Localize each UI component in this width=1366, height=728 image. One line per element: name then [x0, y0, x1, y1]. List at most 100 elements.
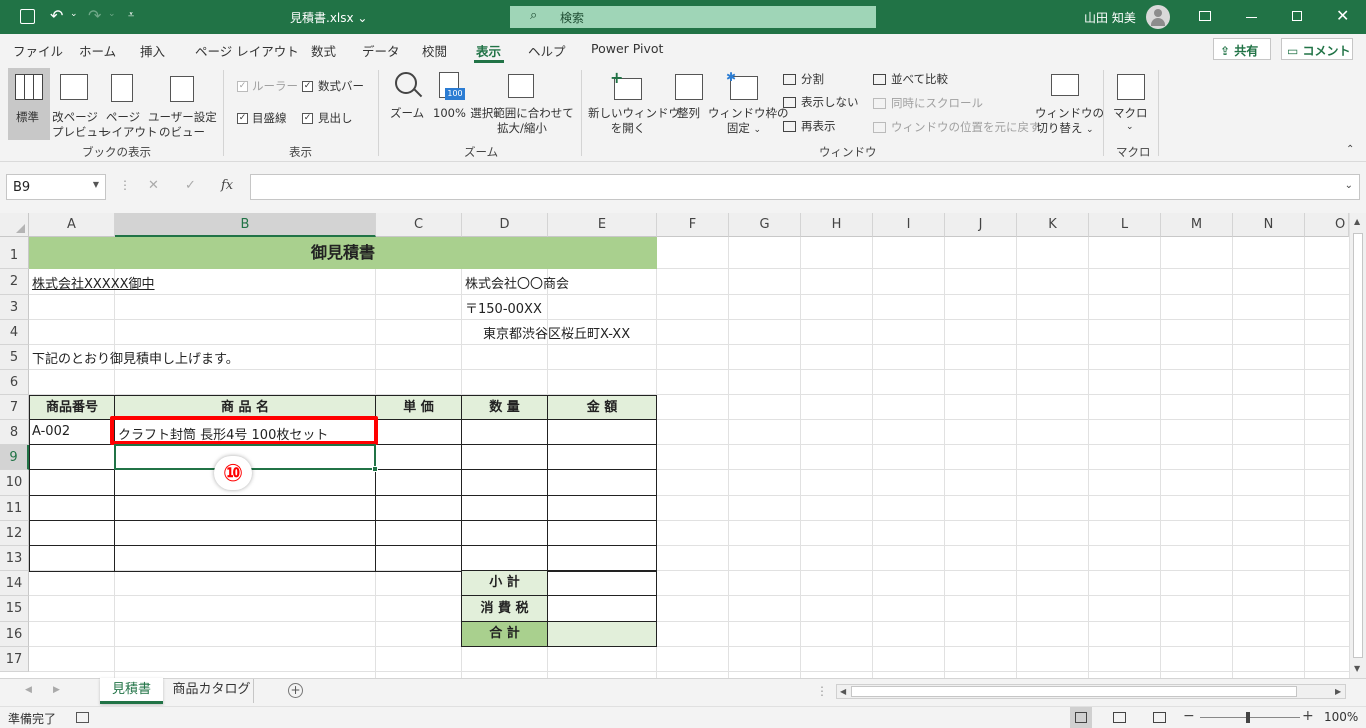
- column-header-d[interactable]: D: [462, 213, 548, 237]
- share-button[interactable]: ⇪ 共有: [1213, 38, 1271, 60]
- zoom-level[interactable]: 100%: [1324, 710, 1358, 724]
- minimize-icon[interactable]: [1246, 17, 1257, 18]
- tab-home[interactable]: ホーム: [79, 41, 116, 60]
- row-header-10[interactable]: 10: [0, 470, 29, 496]
- column-header-j[interactable]: J: [945, 213, 1017, 237]
- row-header-1[interactable]: 1: [0, 237, 29, 269]
- tab-formulas[interactable]: 数式: [311, 41, 336, 60]
- row-header-13[interactable]: 13: [0, 546, 29, 571]
- fill-handle[interactable]: [372, 466, 378, 472]
- zoom-button[interactable]: ズーム: [386, 68, 430, 128]
- arrange-all-button[interactable]: 整列: [670, 68, 706, 128]
- row-header-16[interactable]: 16: [0, 622, 29, 647]
- row-header-6[interactable]: 6: [0, 370, 29, 395]
- header-quantity[interactable]: 数 量: [461, 395, 548, 420]
- header-unit-price[interactable]: 単 価: [375, 395, 462, 420]
- expand-formula-bar-icon[interactable]: ⌄: [1345, 180, 1353, 191]
- page-break-status-icon[interactable]: [1153, 712, 1166, 723]
- tab-page-layout[interactable]: ページ レイアウト: [195, 41, 299, 60]
- freeze-panes-button[interactable]: ✱ ウィンドウ枠の 固定 ⌄: [708, 68, 789, 140]
- header-amount[interactable]: 金 額: [547, 395, 657, 420]
- new-window-button[interactable]: + 新しいウィンドウ を開く: [588, 68, 680, 140]
- scroll-right-icon[interactable]: ▶: [1335, 687, 1341, 696]
- view-side-by-side-button[interactable]: 並べて比較: [873, 72, 973, 88]
- row-header-15[interactable]: 15: [0, 596, 29, 622]
- zoom-100-button[interactable]: 100 100%: [432, 68, 468, 128]
- horizontal-scroll-thumb[interactable]: [851, 686, 1297, 697]
- vertical-scrollbar[interactable]: ▲ ▼: [1349, 213, 1366, 678]
- tab-insert[interactable]: 挿入: [140, 41, 165, 60]
- tab-split-grip-icon[interactable]: ⋮: [816, 684, 828, 698]
- sheet-tab-catalog[interactable]: 商品カタログ: [170, 679, 254, 703]
- tab-view[interactable]: 表示: [476, 41, 501, 60]
- row-header-11[interactable]: 11: [0, 496, 29, 521]
- quote-title-cell[interactable]: 御見積書: [29, 237, 657, 269]
- row-header-9[interactable]: 9: [0, 445, 29, 470]
- formula-bar-checkbox[interactable]: ✓: [302, 81, 313, 92]
- add-sheet-icon[interactable]: +: [288, 683, 303, 698]
- row-header-4[interactable]: 4: [0, 320, 29, 345]
- zoom-to-selection-button[interactable]: 選択範囲に合わせて 拡大/縮小: [470, 68, 574, 140]
- custom-views-button[interactable]: ユーザー設定 のビュー: [148, 68, 217, 140]
- page-layout-status-icon[interactable]: [1113, 712, 1126, 723]
- worksheet-grid[interactable]: A B C D E F G H I J K L M N O 1 2 3 4 5 …: [0, 213, 1366, 678]
- headings-checkbox[interactable]: ✓: [302, 113, 313, 124]
- avatar[interactable]: [1146, 5, 1170, 29]
- redo-dropdown-icon[interactable]: ⌄: [108, 9, 116, 19]
- subtotal-label[interactable]: 小 計: [461, 570, 548, 596]
- split-button[interactable]: 分割: [783, 72, 863, 88]
- zoom-out-icon[interactable]: −: [1183, 708, 1195, 724]
- comments-button[interactable]: ▭ コメント: [1281, 38, 1353, 60]
- name-box-dropdown-icon[interactable]: ▼: [93, 180, 99, 189]
- macros-button[interactable]: マクロ ⌄: [1110, 68, 1152, 140]
- column-header-o[interactable]: O: [1305, 213, 1349, 237]
- synchronous-scrolling-button[interactable]: 同時にスクロール: [873, 96, 983, 112]
- item-code-cell[interactable]: A-002: [32, 424, 70, 439]
- column-header-b[interactable]: B: [115, 213, 376, 237]
- column-header-n[interactable]: N: [1233, 213, 1305, 237]
- redo-icon[interactable]: ↷: [88, 6, 101, 25]
- ribbon-display-options-icon[interactable]: [1199, 11, 1211, 21]
- zoom-slider[interactable]: [1200, 712, 1300, 723]
- column-header-g[interactable]: G: [729, 213, 801, 237]
- tab-review[interactable]: 校閲: [422, 41, 447, 60]
- column-header-e[interactable]: E: [548, 213, 657, 237]
- next-sheet-icon[interactable]: ▶: [53, 685, 60, 695]
- company-name[interactable]: 株式会社〇〇商会: [465, 273, 569, 292]
- switch-windows-button[interactable]: ウィンドウの 切り替え ⌄: [1035, 68, 1104, 140]
- header-item-code[interactable]: 商品番号: [29, 395, 115, 420]
- insert-function-icon[interactable]: fx: [221, 178, 233, 193]
- restore-icon[interactable]: [1292, 11, 1302, 21]
- ruler-checkbox[interactable]: ✓: [237, 81, 248, 92]
- tax-label[interactable]: 消 費 税: [461, 595, 548, 622]
- cancel-icon[interactable]: ✕: [148, 178, 159, 193]
- total-label[interactable]: 合 計: [461, 621, 548, 647]
- search-box[interactable]: ⌕ 検索: [510, 6, 876, 28]
- row-header-2[interactable]: 2: [0, 269, 29, 295]
- page-layout-view-button[interactable]: ページ レイアウト: [100, 68, 158, 140]
- accessibility-icon[interactable]: [76, 712, 89, 723]
- tab-file[interactable]: ファイル: [13, 41, 63, 60]
- column-header-i[interactable]: I: [873, 213, 945, 237]
- tab-help[interactable]: ヘルプ: [528, 41, 566, 60]
- customize-qat-icon[interactable]: ⩡: [128, 8, 134, 22]
- company-address[interactable]: 東京都渋谷区桜丘町X-XX: [483, 323, 630, 342]
- row-header-17[interactable]: 17: [0, 647, 29, 672]
- column-header-l[interactable]: L: [1089, 213, 1161, 237]
- scroll-left-icon[interactable]: ◀: [840, 687, 846, 696]
- close-icon[interactable]: ✕: [1336, 6, 1349, 25]
- collapse-ribbon-icon[interactable]: ⌃: [1346, 144, 1354, 155]
- undo-dropdown-icon[interactable]: ⌄: [70, 9, 78, 19]
- prev-sheet-icon[interactable]: ◀: [25, 685, 32, 695]
- tab-power-pivot[interactable]: Power Pivot: [591, 41, 663, 56]
- subtotal-value[interactable]: [547, 570, 657, 596]
- formula-input[interactable]: ⌄: [250, 174, 1360, 200]
- zoom-in-icon[interactable]: +: [1302, 708, 1314, 724]
- row-header-14[interactable]: 14: [0, 571, 29, 596]
- row-header-5[interactable]: 5: [0, 345, 29, 370]
- column-header-f[interactable]: F: [657, 213, 729, 237]
- unhide-button[interactable]: 再表示: [783, 119, 863, 135]
- row-header-8[interactable]: 8: [0, 420, 29, 445]
- tab-data[interactable]: データ: [362, 41, 400, 60]
- column-header-k[interactable]: K: [1017, 213, 1089, 237]
